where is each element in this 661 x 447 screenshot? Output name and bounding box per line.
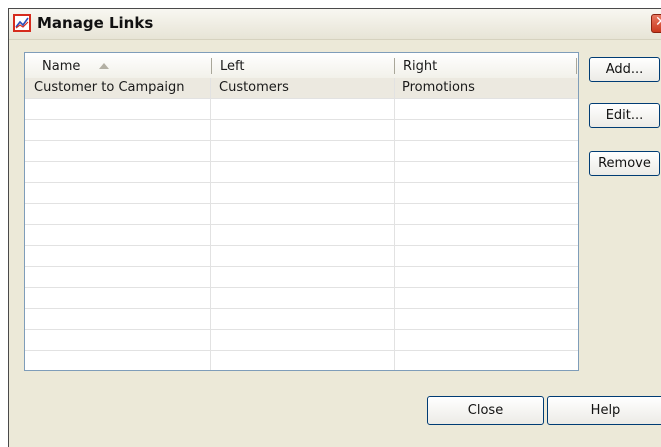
column-divider[interactable] — [211, 58, 212, 74]
empty-row — [25, 225, 578, 246]
help-button[interactable]: Help — [547, 396, 661, 425]
empty-row — [25, 330, 578, 351]
column-gridline — [210, 78, 211, 370]
sort-ascending-icon — [99, 63, 109, 69]
cell-name: Customer to Campaign — [34, 80, 185, 95]
column-header-left[interactable]: Left — [220, 53, 244, 78]
empty-row — [25, 204, 578, 225]
cell-right: Promotions — [402, 80, 475, 95]
table-header: Name Left Right — [25, 53, 578, 79]
empty-row — [25, 141, 578, 162]
cell-left: Customers — [219, 80, 289, 95]
column-divider[interactable] — [394, 58, 395, 74]
close-window-button[interactable]: ✕ — [651, 14, 661, 33]
add-button[interactable]: Add... — [589, 57, 660, 82]
column-header-name[interactable]: Name — [42, 53, 80, 78]
column-header-right[interactable]: Right — [403, 53, 437, 78]
remove-button[interactable]: Remove — [589, 151, 660, 176]
empty-row — [25, 183, 578, 204]
empty-row — [25, 351, 578, 370]
empty-row — [25, 99, 578, 120]
column-gridline — [394, 78, 395, 370]
dialog-title: Manage Links — [37, 14, 154, 32]
chart-line-icon — [13, 14, 31, 32]
table-row[interactable]: Customer to Campaign Customers Promotion… — [25, 78, 578, 99]
close-button[interactable]: Close — [427, 396, 544, 425]
empty-row — [25, 288, 578, 309]
close-icon: ✕ — [655, 14, 661, 30]
empty-row — [25, 246, 578, 267]
empty-row — [25, 162, 578, 183]
manage-links-dialog: Manage Links ✕ Name Left Right Customer … — [8, 8, 661, 447]
empty-row — [25, 309, 578, 330]
empty-row — [25, 120, 578, 141]
column-divider[interactable] — [576, 58, 577, 74]
links-table: Name Left Right Customer to Campaign Cus… — [24, 52, 579, 371]
title-bar[interactable]: Manage Links ✕ — [9, 9, 661, 40]
empty-row — [25, 267, 578, 288]
edit-button[interactable]: Edit... — [589, 103, 660, 128]
